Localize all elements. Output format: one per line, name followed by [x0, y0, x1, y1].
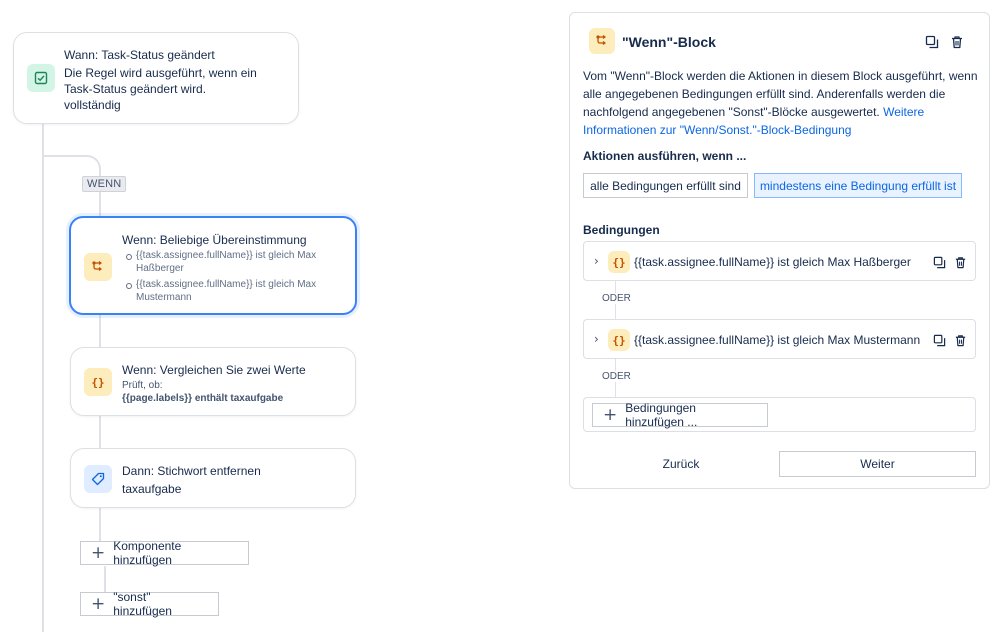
trash-icon[interactable] — [951, 253, 969, 271]
compare-check-value-text: {{page.labels}} enthält taxaufgabe — [122, 393, 284, 404]
action-title: Dann: Stichwort entfernen — [122, 464, 261, 478]
condition-row[interactable]: › {} {{task.assignee.fullName}} ist glei… — [583, 319, 976, 359]
trash-icon[interactable] — [948, 33, 966, 51]
condition-row[interactable]: › {} {{task.assignee.fullName}} ist glei… — [583, 241, 976, 281]
back-button[interactable]: Zurück — [583, 451, 779, 477]
option-any-condition[interactable]: mindestens eine Bedingung erfüllt ist — [754, 173, 962, 198]
task-checkbox-icon — [27, 64, 55, 92]
or-label: ODER — [601, 371, 632, 382]
add-conditions-container: + Bedingungen hinzufügen ... — [583, 397, 976, 432]
plus-icon: + — [91, 593, 106, 614]
add-else-label: "sonst" hinzufügen — [113, 590, 172, 618]
chevron-right-icon[interactable]: › — [594, 254, 599, 268]
curly-braces-icon: {} — [84, 368, 112, 396]
branch-label: WENN — [82, 176, 127, 192]
action-value: taxaufgabe — [122, 482, 182, 496]
compare-check-label: Prüft, ob: — [122, 380, 163, 391]
plus-icon: + — [603, 404, 618, 425]
duplicate-icon[interactable] — [930, 331, 948, 349]
if-block-conditions: {{task.assignee.fullName}} ist gleich Ma… — [122, 249, 342, 307]
condition-text: {{task.assignee.fullName}} ist gleich Ma… — [634, 255, 911, 269]
duplicate-icon[interactable] — [930, 253, 948, 271]
compare-block-card[interactable]: {} Wenn: Vergleichen Sie zwei Werte Prüf… — [70, 347, 356, 416]
curly-braces-icon: {} — [608, 251, 630, 273]
branch-icon — [84, 253, 112, 281]
if-block-condition: {{task.assignee.fullName}} ist gleich Ma… — [122, 278, 342, 304]
compare-block-title: Wenn: Vergleichen Sie zwei Werte — [122, 363, 306, 377]
compare-check-value: {{page.labels}} enthält taxaufgabe — [122, 392, 283, 405]
run-actions-label: Aktionen ausführen, wenn ... — [583, 149, 747, 163]
tag-icon — [84, 465, 112, 493]
add-conditions-label: Bedingungen hinzufügen ... — [625, 401, 698, 429]
add-component-label: Komponente hinzufügen — [113, 539, 182, 567]
branch-icon — [589, 28, 615, 54]
or-label: ODER — [601, 293, 632, 304]
add-else-button[interactable]: + "sonst" hinzufügen — [80, 590, 219, 618]
add-conditions-button[interactable]: + Bedingungen hinzufügen ... — [592, 401, 768, 429]
trash-icon[interactable] — [951, 331, 969, 349]
trigger-value: vollständig — [64, 98, 121, 112]
option-all-conditions[interactable]: alle Bedingungen erfüllt sind — [583, 173, 748, 198]
duplicate-icon[interactable] — [923, 33, 941, 51]
panel-title: "Wenn"-Block — [622, 34, 716, 50]
if-block-condition: {{task.assignee.fullName}} ist gleich Ma… — [122, 249, 342, 275]
flow-connector-main — [42, 122, 44, 632]
action-card[interactable]: Dann: Stichwort entfernen taxaufgabe — [70, 448, 356, 508]
panel-description: Vom "Wenn"-Block werden die Aktionen in … — [583, 67, 979, 139]
curly-braces-icon: {} — [608, 329, 630, 351]
if-block-config-panel: "Wenn"-Block Vom "Wenn"-Block werden die… — [569, 12, 990, 489]
conditions-label: Bedingungen — [583, 223, 660, 237]
if-block-card[interactable]: Wenn: Beliebige Übereinstimmung {{task.a… — [69, 216, 357, 315]
trigger-title: Wann: Task-Status geändert — [64, 48, 215, 62]
trigger-card[interactable]: Wann: Task-Status geändert Die Regel wir… — [13, 32, 299, 124]
chevron-right-icon[interactable]: › — [594, 332, 599, 346]
next-button[interactable]: Weiter — [779, 451, 976, 477]
add-component-button[interactable]: + Komponente hinzufügen — [80, 539, 249, 567]
trigger-description: Die Regel wird ausgeführt, wenn ein Task… — [64, 66, 257, 96]
condition-text: {{task.assignee.fullName}} ist gleich Ma… — [634, 333, 921, 347]
if-block-title: Wenn: Beliebige Übereinstimmung — [122, 233, 307, 247]
plus-icon: + — [91, 542, 106, 563]
